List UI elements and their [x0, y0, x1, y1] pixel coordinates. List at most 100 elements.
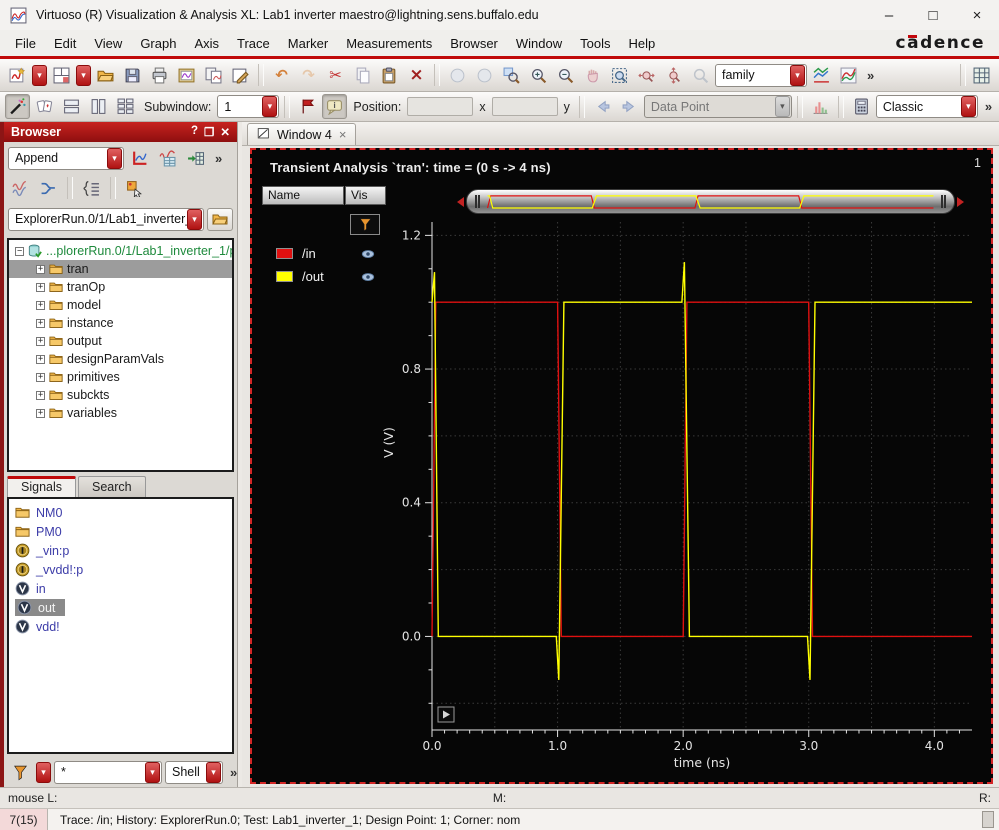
tab-window-4[interactable]: Window 4 ×	[247, 123, 357, 145]
collapse-icon[interactable]: −	[15, 246, 24, 256]
save-icon[interactable]	[120, 63, 145, 88]
signal-item-pm0[interactable]: PM0	[11, 522, 230, 541]
filter-funnel-icon[interactable]	[8, 760, 33, 785]
split-rows-icon[interactable]	[59, 94, 84, 119]
undo-icon[interactable]: ↶	[269, 63, 294, 88]
zoom-x-icon[interactable]	[634, 63, 659, 88]
datapoint-select-dropdown-icon[interactable]: ▾	[774, 96, 790, 117]
scroll-right-icon[interactable]	[957, 196, 969, 207]
position-y-input[interactable]	[491, 97, 558, 116]
menu-graph[interactable]: Graph	[131, 33, 185, 54]
shell-select[interactable]: Shell ▾	[165, 760, 223, 784]
menu-edit[interactable]: Edit	[45, 33, 85, 54]
help-button[interactable]: ?	[191, 125, 198, 139]
strip-chart-icon[interactable]	[809, 63, 834, 88]
tab-search[interactable]: Search	[78, 476, 146, 497]
tree-item-subckts[interactable]: + subckts	[9, 386, 232, 404]
menu-help[interactable]: Help	[620, 33, 665, 54]
zoom-in-icon[interactable]	[526, 63, 551, 88]
magic-wand-icon[interactable]	[5, 94, 30, 119]
signal-item--vin-p[interactable]: _vin:p	[11, 541, 230, 560]
expand-icon[interactable]: +	[36, 354, 45, 364]
subwindow-select[interactable]: 1 ▾	[217, 95, 280, 118]
signal-item--vvdd-p[interactable]: _vvdd!:p	[11, 560, 230, 579]
waves-icon[interactable]	[8, 176, 33, 201]
list-brace-icon[interactable]	[79, 176, 104, 201]
zoom-search-icon[interactable]	[688, 63, 713, 88]
signal-item-nm0[interactable]: NM0	[11, 503, 230, 522]
scrollbar-grip-left[interactable]	[475, 195, 480, 208]
subwindow-select-dropdown-icon[interactable]: ▾	[262, 96, 278, 117]
expand-icon[interactable]: +	[36, 282, 45, 292]
zoom-out-icon[interactable]	[553, 63, 578, 88]
filter-pattern-select-dropdown-icon[interactable]: ▾	[145, 761, 160, 783]
maximize-button[interactable]: □	[911, 0, 955, 30]
close-button[interactable]: ×	[955, 0, 999, 30]
delete-icon[interactable]: ×	[404, 63, 429, 88]
scrollbar-handle[interactable]	[466, 189, 955, 214]
tree-item-tran[interactable]: + tran	[9, 260, 232, 278]
menu-marker[interactable]: Marker	[279, 33, 337, 54]
menu-trace[interactable]: Trace	[228, 33, 279, 54]
datapoint-select[interactable]: Data Point ▾	[643, 95, 792, 118]
menu-view[interactable]: View	[85, 33, 131, 54]
signal-item-out[interactable]: out	[11, 598, 230, 617]
zoom-box-icon[interactable]	[499, 63, 524, 88]
export-table-icon[interactable]	[183, 146, 208, 171]
append-mode-select-dropdown-icon[interactable]: ▾	[107, 147, 122, 169]
scrollbar-grip-right[interactable]	[941, 195, 946, 208]
menu-window[interactable]: Window	[507, 33, 571, 54]
redo-icon[interactable]: ↷	[296, 63, 321, 88]
wave-table-icon[interactable]	[155, 146, 180, 171]
expand-icon[interactable]: +	[36, 408, 45, 418]
hist-icon[interactable]	[808, 94, 833, 119]
waveform-plot[interactable]: 0.0 1.0 2.0 3.0 4.0 0.0 0.4 0.8 1.2 time (ns) V (V…	[380, 216, 980, 776]
record-select-icon[interactable]	[122, 176, 147, 201]
pan-prev-icon[interactable]	[445, 63, 470, 88]
style-select[interactable]: Classic ▾	[875, 95, 978, 118]
window-layout-dropdown-icon[interactable]: ▾	[76, 64, 91, 86]
menu-file[interactable]: File	[6, 33, 45, 54]
signal-split-icon[interactable]	[36, 176, 61, 201]
window-layout-icon[interactable]	[49, 63, 74, 88]
nav-left-icon[interactable]	[590, 94, 615, 119]
trace-row-in[interactable]: /in	[262, 242, 386, 265]
close-panel-button[interactable]: ✕	[220, 125, 230, 139]
new-waveform-icon[interactable]	[5, 63, 30, 88]
menu-tools[interactable]: Tools	[571, 33, 619, 54]
cut-icon[interactable]: ✂	[323, 63, 348, 88]
trace-row-out[interactable]: /out	[262, 265, 386, 288]
overlay-chart-icon[interactable]	[836, 63, 861, 88]
trace-filter-button[interactable]	[350, 214, 380, 235]
expand-icon[interactable]: +	[36, 372, 45, 382]
grid-multi-icon[interactable]	[113, 94, 138, 119]
menu-measurements[interactable]: Measurements	[337, 33, 441, 54]
append-mode-select[interactable]: Append ▾	[8, 146, 124, 170]
expand-icon[interactable]: +	[36, 300, 45, 310]
menu-browser[interactable]: Browser	[441, 33, 507, 54]
tree-item-tranOp[interactable]: + tranOp	[9, 278, 232, 296]
overflow-chevron-icon[interactable]: »	[215, 151, 222, 166]
plot-axes-icon[interactable]	[127, 146, 152, 171]
table-icon[interactable]	[969, 63, 994, 88]
cards-icon[interactable]	[32, 94, 57, 119]
legend-vis-header[interactable]: Vis	[345, 186, 386, 205]
export-image-icon[interactable]	[174, 63, 199, 88]
info-icon[interactable]: i	[322, 94, 348, 119]
tree-item-model[interactable]: + model	[9, 296, 232, 314]
browser-panel-header[interactable]: Browser ? ❐ ✕	[4, 122, 237, 142]
flag-icon[interactable]	[295, 94, 320, 119]
menu-axis[interactable]: Axis	[185, 33, 228, 54]
filter-pattern-select[interactable]: * ▾	[54, 760, 162, 784]
signal-item-in[interactable]: in	[11, 579, 230, 598]
overview-scrollbar[interactable]	[452, 188, 969, 215]
results-path-select[interactable]: ExplorerRun.0/1/Lab1_inverter_1/psf▾	[8, 207, 204, 231]
style-select-dropdown-icon[interactable]: ▾	[960, 96, 976, 117]
edit-graph-icon[interactable]	[228, 63, 253, 88]
family-select-dropdown-icon[interactable]: ▾	[790, 64, 805, 86]
pan-next-icon[interactable]	[472, 63, 497, 88]
tree-root[interactable]: − ...plorerRun.0/1/Lab1_inverter_1/psf	[9, 242, 232, 260]
zoom-fit-icon[interactable]	[607, 63, 632, 88]
tab-signals[interactable]: Signals	[7, 476, 76, 497]
replay-button[interactable]	[437, 706, 455, 723]
